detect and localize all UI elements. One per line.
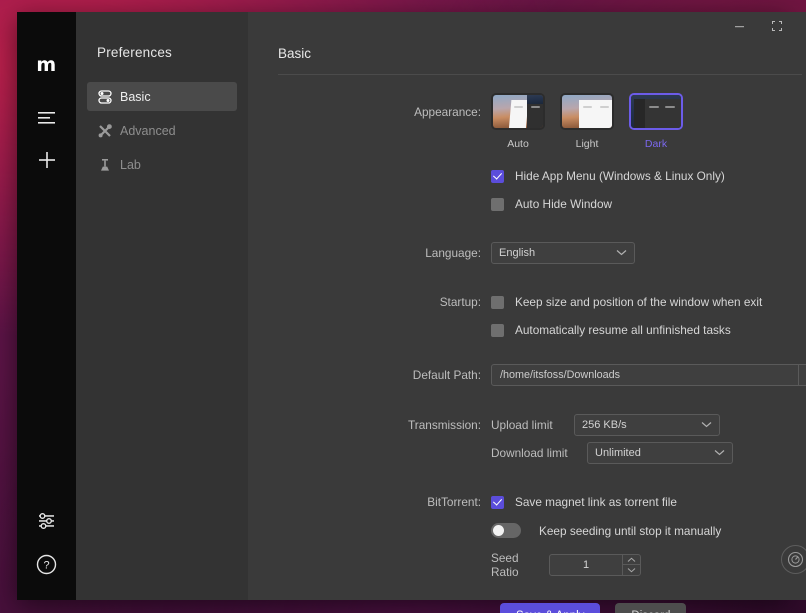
language-label: Language: bbox=[248, 246, 491, 260]
spacer-label: . bbox=[248, 524, 491, 538]
auto-hide-window-label: Auto Hide Window bbox=[515, 197, 612, 211]
auto-hide-window-checkbox[interactable] bbox=[491, 198, 504, 211]
appearance-label: Appearance: bbox=[248, 93, 491, 119]
download-limit-value: Unlimited bbox=[595, 447, 641, 459]
save-magnet-checkbox[interactable] bbox=[491, 496, 504, 509]
flask-icon bbox=[98, 158, 120, 172]
appearance-row: Appearance: Auto bbox=[248, 93, 806, 150]
keep-seeding-row: . Keep seeding until stop it manually bbox=[248, 523, 806, 538]
save-and-apply-button[interactable]: Save & Apply bbox=[500, 603, 600, 613]
toggles-icon bbox=[98, 90, 120, 104]
sidebar-item-label: Advanced bbox=[120, 124, 176, 138]
page-title: Basic bbox=[278, 46, 806, 61]
upload-limit-value: 256 KB/s bbox=[582, 419, 627, 431]
logo-text: m bbox=[36, 56, 56, 75]
language-row: Language: English bbox=[248, 242, 806, 264]
toggle-knob bbox=[493, 525, 504, 536]
auto-resume-label: Automatically resume all unfinished task… bbox=[515, 323, 731, 337]
seed-ratio-buttons bbox=[622, 555, 640, 575]
language-value: English bbox=[499, 247, 535, 259]
spacer-label: . bbox=[248, 197, 491, 211]
menu-icon[interactable] bbox=[17, 97, 76, 137]
sidebar-item-lab[interactable]: Lab bbox=[87, 150, 237, 179]
stepper-up-icon[interactable] bbox=[623, 555, 640, 565]
startup-row-2: . Automatically resume all unfinished ta… bbox=[248, 323, 806, 337]
save-magnet-row: BitTorrent: Save magnet link as torrent … bbox=[248, 495, 806, 509]
language-select[interactable]: English bbox=[491, 242, 635, 264]
appearance-caption: Auto bbox=[491, 138, 545, 150]
preferences-sidebar: Preferences Basic A bbox=[76, 12, 248, 600]
spacer-label: . bbox=[248, 169, 491, 183]
spacer-label: . bbox=[248, 446, 491, 460]
save-magnet-label: Save magnet link as torrent file bbox=[515, 495, 677, 509]
auto-hide-window-row: . Auto Hide Window bbox=[248, 197, 806, 211]
settings-scroll-area: Appearance: Auto bbox=[248, 93, 806, 613]
appearance-thumb-auto[interactable] bbox=[491, 93, 545, 130]
window-controls bbox=[721, 12, 806, 40]
keep-seeding-toggle[interactable] bbox=[491, 523, 521, 538]
seed-ratio-value[interactable]: 1 bbox=[550, 555, 622, 575]
content-panel: Basic Appearance: bbox=[248, 12, 806, 600]
speedometer-icon bbox=[787, 551, 804, 568]
maximize-icon[interactable] bbox=[758, 13, 795, 39]
startup-label: Startup: bbox=[248, 295, 491, 309]
sidebar-item-label: Lab bbox=[120, 158, 141, 172]
bittorrent-label: BitTorrent: bbox=[248, 495, 491, 509]
seed-ratio-row: . Seed Ratio 1 bbox=[248, 551, 806, 579]
appearance-option-light[interactable]: Light bbox=[560, 93, 614, 150]
appearance-thumb-light[interactable] bbox=[560, 93, 614, 130]
discard-button[interactable]: Discard bbox=[615, 603, 686, 613]
keep-seeding-label: Keep seeding until stop it manually bbox=[539, 524, 721, 538]
add-icon[interactable] bbox=[17, 140, 76, 180]
close-icon[interactable] bbox=[795, 13, 806, 39]
tools-icon bbox=[98, 124, 120, 138]
upload-limit-label: Upload limit bbox=[491, 418, 574, 432]
sidebar-item-label: Basic bbox=[120, 90, 151, 104]
upload-limit-select[interactable]: 256 KB/s bbox=[574, 414, 720, 436]
download-limit-select[interactable]: Unlimited bbox=[587, 442, 733, 464]
transmission-label: Transmission: bbox=[248, 418, 491, 432]
default-path-row: Default Path: /home/itsfoss/Downloads bbox=[248, 364, 806, 386]
speed-dashboard-button[interactable] bbox=[781, 545, 806, 574]
stepper-down-icon[interactable] bbox=[623, 565, 640, 575]
appearance-caption: Dark bbox=[629, 138, 683, 150]
default-path-input[interactable]: /home/itsfoss/Downloads bbox=[491, 364, 799, 386]
seed-ratio-label: Seed Ratio bbox=[491, 551, 549, 579]
seed-ratio-stepper[interactable]: 1 bbox=[549, 554, 641, 576]
sidebar-item-advanced[interactable]: Advanced bbox=[87, 116, 237, 145]
download-limit-row: . Download limit Unlimited bbox=[248, 442, 806, 464]
app-logo: m bbox=[17, 45, 76, 85]
chevron-down-icon bbox=[701, 419, 712, 431]
hide-app-menu-label: Hide App Menu (Windows & Linux Only) bbox=[515, 169, 725, 183]
startup-row-1: Startup: Keep size and position of the w… bbox=[248, 295, 806, 309]
appearance-option-dark[interactable]: Dark bbox=[629, 93, 683, 150]
download-limit-label: Download limit bbox=[491, 446, 587, 460]
appearance-options: Auto Light bbox=[491, 93, 683, 150]
chevron-down-icon bbox=[714, 447, 725, 459]
hide-app-menu-row: . Hide App Menu (Windows & Linux Only) bbox=[248, 169, 806, 183]
appearance-option-auto[interactable]: Auto bbox=[491, 93, 545, 150]
appearance-thumb-dark[interactable] bbox=[629, 93, 683, 130]
default-path-label: Default Path: bbox=[248, 368, 491, 382]
sidebar-item-basic[interactable]: Basic bbox=[87, 82, 237, 111]
hide-app-menu-checkbox[interactable] bbox=[491, 170, 504, 183]
upload-limit-row: Transmission: Upload limit 256 KB/s bbox=[248, 414, 806, 436]
help-icon[interactable]: ? bbox=[17, 544, 76, 584]
action-buttons: Save & Apply Discard bbox=[248, 603, 806, 613]
keep-size-label: Keep size and position of the window whe… bbox=[515, 295, 762, 309]
app-rail: m bbox=[17, 12, 76, 600]
auto-resume-checkbox[interactable] bbox=[491, 324, 504, 337]
appearance-caption: Light bbox=[560, 138, 614, 150]
svg-text:?: ? bbox=[43, 559, 49, 571]
preferences-title: Preferences bbox=[76, 45, 248, 60]
keep-size-checkbox[interactable] bbox=[491, 296, 504, 309]
chevron-down-icon bbox=[616, 247, 627, 259]
spacer-label: . bbox=[248, 323, 491, 337]
preferences-window: m bbox=[17, 12, 789, 600]
browse-folder-button[interactable] bbox=[799, 364, 806, 386]
spacer-label: . bbox=[248, 558, 491, 572]
settings-sliders-icon[interactable] bbox=[17, 501, 76, 541]
minimize-icon[interactable] bbox=[721, 13, 758, 39]
header-divider bbox=[278, 74, 802, 75]
